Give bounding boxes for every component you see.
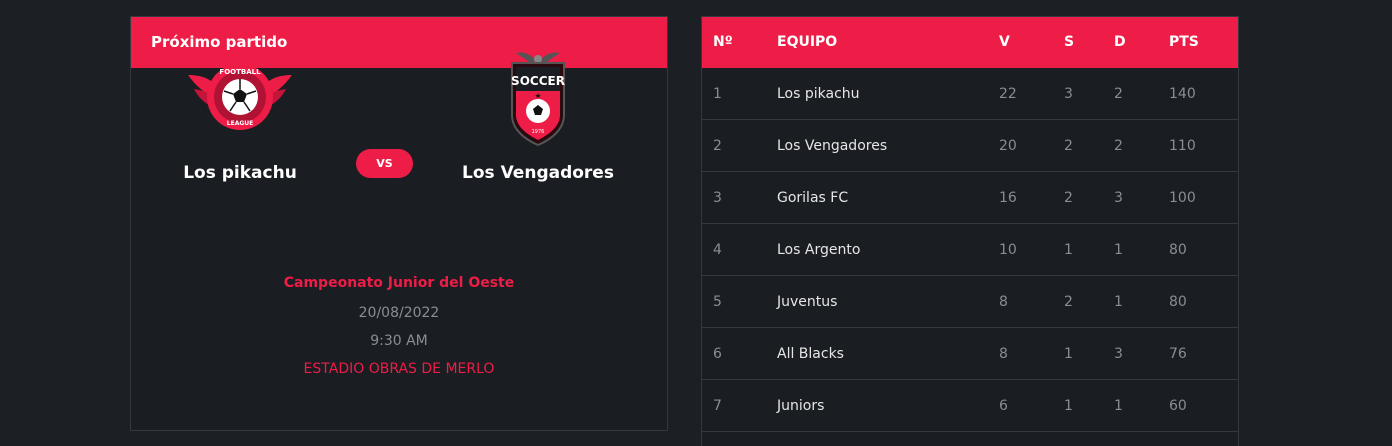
cell-points: 110 [1169, 138, 1196, 154]
cell-team: Los pikachu [777, 86, 860, 102]
header-wins: V [999, 34, 1010, 50]
cell-position: 5 [713, 294, 722, 310]
cell-wins: 22 [999, 86, 1017, 102]
table-row: 7 Juniors 6 1 1 60 [702, 380, 1238, 432]
table-row: 3 Gorilas FC 16 2 3 100 [702, 172, 1238, 224]
table-row: 6 All Blacks 8 1 3 76 [702, 328, 1238, 380]
cell-position: 3 [713, 190, 722, 206]
logo-soccer-text: SOCCER [511, 74, 565, 88]
header-points: PTS [1169, 34, 1199, 50]
match-info: Campeonato Junior del Oeste 20/08/2022 9… [131, 273, 667, 379]
cell-points: 100 [1169, 190, 1196, 206]
cell-position: 1 [713, 86, 722, 102]
logo-year-text: 1976 [532, 129, 545, 135]
cell-points: 80 [1169, 294, 1187, 310]
cell-losses: 1 [1114, 294, 1123, 310]
home-team-name: Los pikachu [183, 163, 297, 183]
cell-wins: 20 [999, 138, 1017, 154]
cell-points: 80 [1169, 242, 1187, 258]
match-date: 20/08/2022 [358, 305, 440, 321]
cell-position: 6 [713, 346, 722, 362]
cell-team: Los Vengadores [777, 138, 888, 154]
match-venue: ESTADIO OBRAS DE MERLO [303, 361, 495, 377]
soccer-shield-logo-icon: SOCCER 1976 [511, 52, 565, 147]
cell-s: 1 [1064, 398, 1073, 414]
table-header: Nº EQUIPO V S D PTS [702, 17, 1238, 68]
match-time: 9:30 AM [370, 333, 428, 349]
cell-s: 3 [1064, 86, 1073, 102]
header-team: EQUIPO [777, 34, 838, 50]
table-body: 1 Los pikachu 22 3 2 140 2 Los Vengadores 20 2 2 11… [702, 68, 1238, 432]
away-team-name: Los Vengadores [462, 163, 614, 183]
cell-team: Juventus [777, 294, 838, 310]
cell-position: 7 [713, 398, 722, 414]
cell-wins: 8 [999, 294, 1008, 310]
cell-team: Gorilas FC [777, 190, 849, 206]
table-row: 1 Los pikachu 22 3 2 140 [702, 68, 1238, 120]
cell-wins: 6 [999, 398, 1008, 414]
cell-s: 1 [1064, 346, 1073, 362]
header-num: Nº [713, 34, 733, 50]
logo-top-text: FOOTBALL [219, 68, 261, 76]
cell-team: All Blacks [777, 346, 844, 362]
cell-points: 76 [1169, 346, 1187, 362]
cell-losses: 2 [1114, 138, 1123, 154]
cell-wins: 10 [999, 242, 1017, 258]
football-league-logo-icon: FOOTBALL LEAGUE [188, 64, 292, 130]
next-match-card: Próximo partido FOOTBALL LEAGUE Los pika… [130, 16, 668, 431]
cell-position: 2 [713, 138, 722, 154]
cell-team: Los Argento [777, 242, 861, 258]
table-row: 4 Los Argento 10 1 1 80 [702, 224, 1238, 276]
cell-s: 2 [1064, 294, 1073, 310]
vs-badge: VS [356, 149, 413, 178]
cell-s: 1 [1064, 242, 1073, 258]
cell-position: 4 [713, 242, 722, 258]
cell-points: 140 [1169, 86, 1196, 102]
header-s: S [1064, 34, 1075, 50]
cell-losses: 2 [1114, 86, 1123, 102]
cell-wins: 8 [999, 346, 1008, 362]
cell-s: 2 [1064, 190, 1073, 206]
logo-bottom-text: LEAGUE [227, 120, 253, 127]
cell-points: 60 [1169, 398, 1187, 414]
cell-losses: 3 [1114, 190, 1123, 206]
cell-team: Juniors [777, 398, 825, 414]
cell-losses: 1 [1114, 242, 1123, 258]
table-row: 5 Juventus 8 2 1 80 [702, 276, 1238, 328]
cell-s: 2 [1064, 138, 1073, 154]
home-team: FOOTBALL LEAGUE Los pikachu [140, 45, 340, 183]
away-team: SOCCER 1976 Los Vengadores [438, 45, 638, 183]
cell-losses: 1 [1114, 398, 1123, 414]
cell-wins: 16 [999, 190, 1017, 206]
table-row: 2 Los Vengadores 20 2 2 110 [702, 120, 1238, 172]
competition-name: Campeonato Junior del Oeste [283, 275, 515, 291]
header-losses: D [1114, 34, 1126, 50]
standings-table: Nº EQUIPO V S D PTS 1 Los pikachu 22 3 2 140 2… [701, 16, 1239, 446]
cell-losses: 3 [1114, 346, 1123, 362]
